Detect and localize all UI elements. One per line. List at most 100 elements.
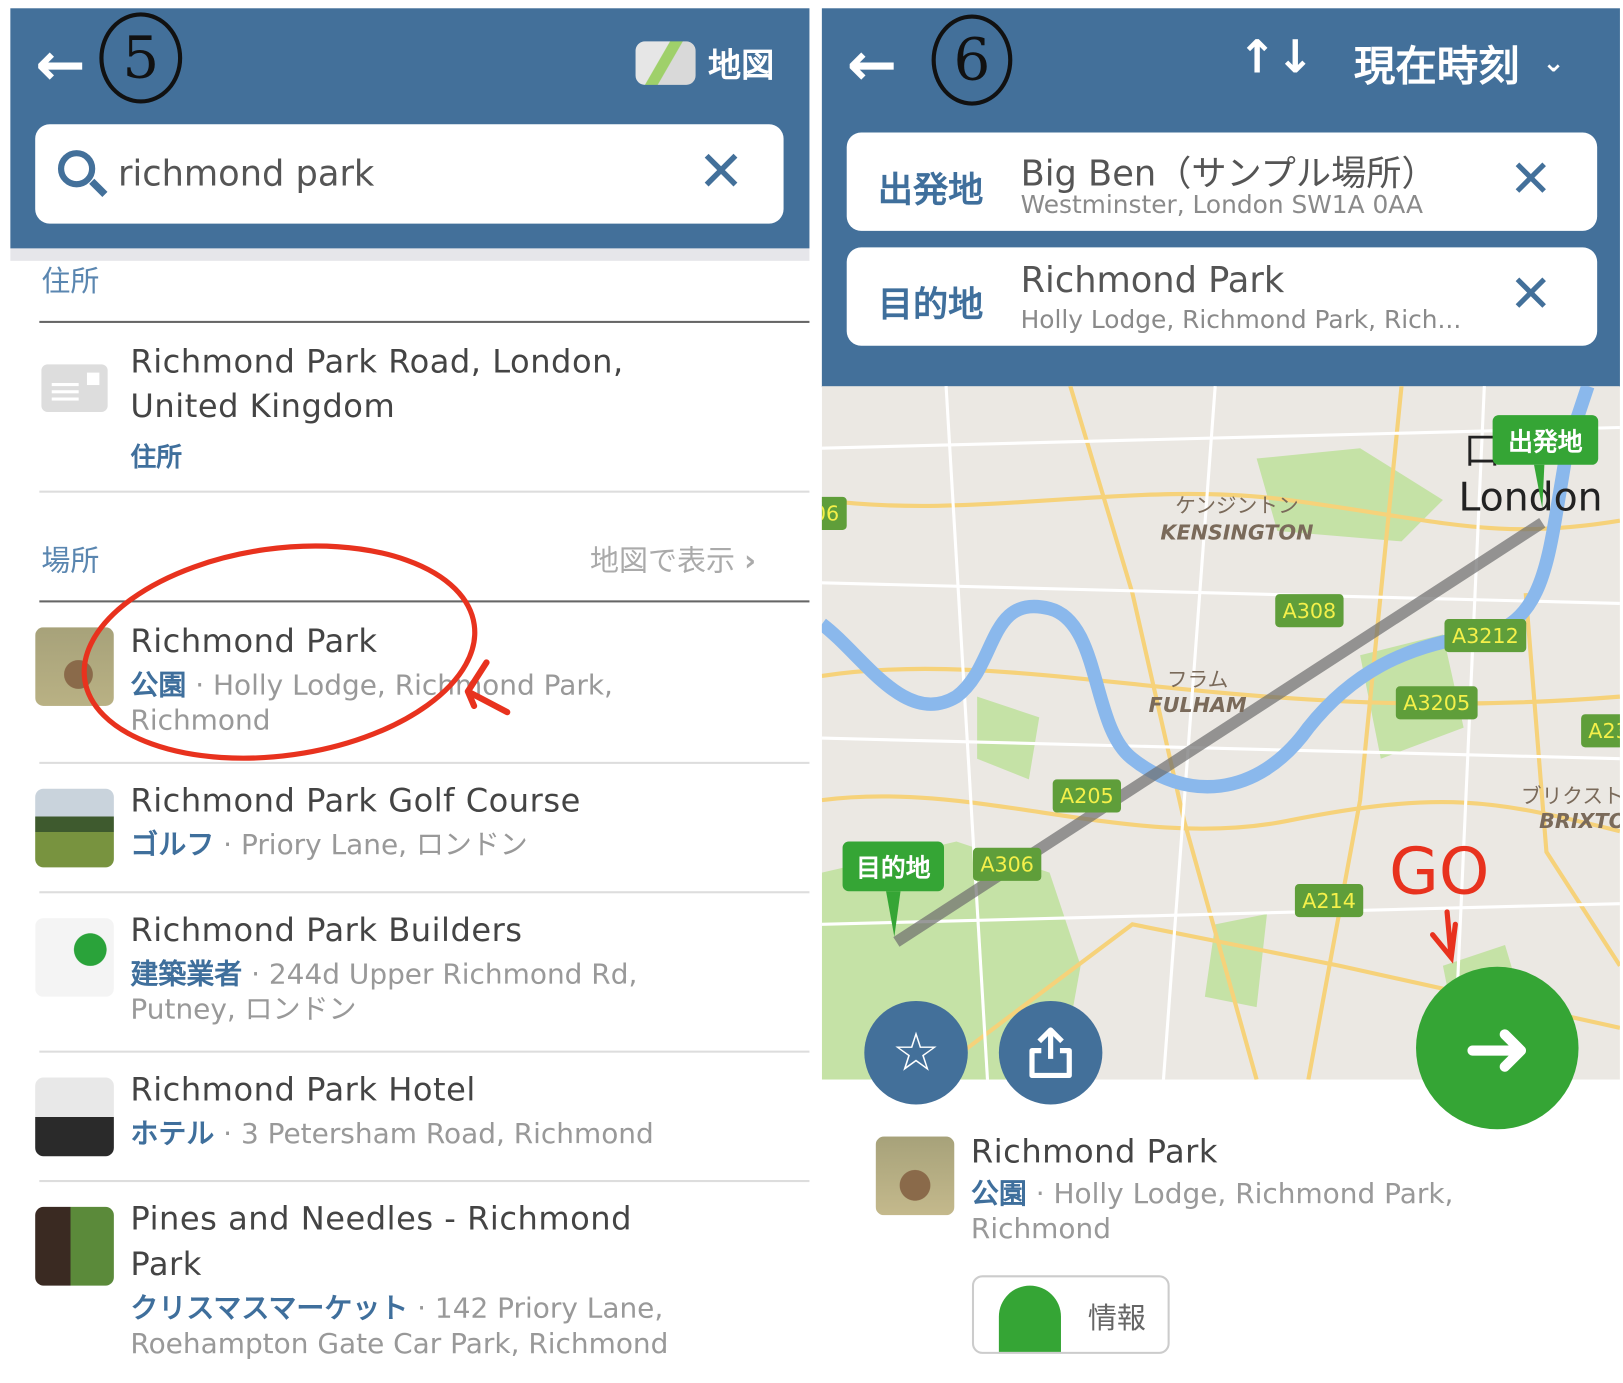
clear-origin-icon[interactable]: ✕ <box>1509 149 1552 209</box>
area-label: BRIXTO <box>1539 809 1620 833</box>
swap-icon[interactable]: ↑↓ <box>1238 31 1314 84</box>
result-item[interactable]: Richmond Park Builders 建築業者 · 244d Upper… <box>0 893 809 1050</box>
result-address: Priory Lane, ロンドン <box>240 829 528 862</box>
map-icon <box>635 41 696 85</box>
place-detail: 公園 · Holly Lodge, Richmond Park, Richmond <box>971 1177 1509 1247</box>
result-category: ゴルフ <box>130 829 215 862</box>
origin-marker-label: 出発地 <box>1508 427 1583 456</box>
address-title-line1: Richmond Park Road, London, <box>130 343 624 381</box>
go-button[interactable]: ➜ <box>1416 966 1579 1130</box>
result-address: 244d Upper Richmond Rd, <box>268 958 638 991</box>
back-arrow-icon[interactable]: ← <box>35 29 85 99</box>
result-title: Richmond Park Golf Course <box>130 782 581 820</box>
road-shield: A214 <box>1294 883 1364 918</box>
origin-field[interactable]: 出発地 Big Ben（サンプル場所） Westminster, London … <box>846 132 1598 231</box>
place-address: Holly Lodge, Richmond Park, <box>1053 1177 1454 1211</box>
result-address-line2: Putney, ロンドン <box>130 993 357 1026</box>
search-input[interactable] <box>118 149 657 199</box>
clear-search-icon[interactable]: ✕ <box>698 139 745 204</box>
result-detail: クリスマスマーケット · 142 Priory Lane, Roehampton … <box>130 1292 668 1362</box>
place-category: 公園 <box>970 1177 1027 1211</box>
area-label: KENSINGTON <box>1160 520 1313 544</box>
tape-measure-thumbnail <box>35 918 114 997</box>
road-shield-label: A3205 <box>1403 691 1470 715</box>
back-arrow-icon[interactable]: ← <box>847 29 897 99</box>
step-annotation-left: 5 <box>99 12 183 104</box>
area-label-ja: フラム <box>1167 667 1228 691</box>
search-icon-handle <box>89 178 108 198</box>
share-icon <box>1029 1027 1072 1079</box>
road-shield: A23 <box>1581 714 1620 748</box>
header-shadow <box>10 248 810 261</box>
destination-field[interactable]: 目的地 Richmond Park Holly Lodge, Richmond … <box>846 247 1598 346</box>
result-item[interactable]: Pines and Needles - Richmond Park クリスマスマ… <box>0 1182 809 1383</box>
destination-label: 目的地 <box>877 284 984 327</box>
chevron-down-icon: ⌄ <box>1542 47 1565 79</box>
road-shield: A3205 <box>1395 686 1478 720</box>
address-title-line2: United Kingdom <box>130 388 396 426</box>
divider <box>39 490 810 493</box>
info-button-label: 情報 <box>1087 1301 1146 1336</box>
map-button[interactable]: 地図 <box>635 39 775 87</box>
step-annotation-right: 6 <box>931 14 1013 106</box>
separator: · <box>251 958 261 991</box>
result-title-line2: Park <box>130 1246 202 1284</box>
result-detail: 建築業者 · 244d Upper Richmond Rd, Putney, ロン… <box>130 957 637 1027</box>
road-shield-label: A214 <box>1302 889 1356 913</box>
separator: · <box>223 1117 233 1150</box>
area-label: FULHAM <box>1149 693 1247 717</box>
result-item[interactable]: Richmond Park Hotel ホテル · 3 Petersham Ro… <box>0 1053 809 1180</box>
road-shield: A306 <box>972 847 1042 881</box>
result-title: Richmond Park Builders <box>130 911 523 950</box>
road-shield-label: A23 <box>1588 719 1620 743</box>
christmas-market-thumbnail <box>35 1206 114 1286</box>
selected-place[interactable]: Richmond Park 公園 · Holly Lodge, Richmond… <box>875 1133 1601 1257</box>
clear-destination-icon[interactable]: ✕ <box>1509 264 1552 324</box>
road-shield-label: 06 <box>822 502 839 526</box>
road-shield: A205 <box>1052 779 1122 813</box>
road-shield-label: A205 <box>1060 784 1114 808</box>
address-card-icon <box>41 364 108 412</box>
step-number: 5 <box>122 24 160 92</box>
origin-label: 出発地 <box>877 169 984 212</box>
golf-course-thumbnail <box>35 788 114 868</box>
deer-thumbnail <box>875 1136 955 1216</box>
hotel-thumbnail <box>35 1077 114 1157</box>
road-shield-label: A306 <box>980 853 1034 877</box>
result-category: ホテル <box>130 1117 215 1150</box>
area-label-ja: ブリクスト <box>1521 784 1620 808</box>
result-detail: ゴルフ · Priory Lane, ロンドン <box>130 828 527 863</box>
place-address-line2: Richmond <box>970 1213 1111 1246</box>
destination-marker-label: 目的地 <box>856 854 931 883</box>
result-address-line2: Roehampton Gate Car Park, Richmond <box>130 1328 669 1361</box>
road-shield: A3212 <box>1444 618 1527 653</box>
red-circle-annotation <box>81 543 511 761</box>
separator: · <box>1035 1177 1045 1211</box>
step-number: 6 <box>953 26 991 94</box>
road-shield-label: A3212 <box>1452 624 1519 648</box>
origin-name: Big Ben（サンプル場所） <box>1020 153 1437 195</box>
result-category: 建築業者 <box>130 958 243 991</box>
favorite-button[interactable]: ☆ <box>864 1000 968 1105</box>
map-button-label: 地図 <box>708 45 775 85</box>
area-label-ja: ケンジントン <box>1175 493 1299 517</box>
arrow-right-icon: ➜ <box>1462 999 1532 1097</box>
time-selector[interactable]: 現在時刻 ⌄ <box>1354 33 1565 93</box>
separator: · <box>417 1292 427 1325</box>
destination-name: Richmond Park <box>1020 259 1285 302</box>
share-button[interactable] <box>998 1000 1103 1105</box>
road-shield-label: A308 <box>1283 599 1337 623</box>
go-annotation: GO <box>1389 834 1489 909</box>
address-result[interactable]: Richmond Park Road, London, United Kingd… <box>0 323 809 491</box>
result-title: Pines and Needles - Richmond <box>130 1200 633 1238</box>
result-address: 3 Petersham Road, Richmond <box>240 1117 654 1150</box>
star-icon: ☆ <box>891 1021 941 1084</box>
result-address: 142 Priory Lane, <box>434 1292 664 1325</box>
guidebook-icon <box>998 1285 1061 1352</box>
road-shield: 06 <box>821 496 847 530</box>
place-title: Richmond Park <box>970 1133 1218 1171</box>
search-bar[interactable]: ✕ <box>35 124 784 224</box>
separator: · <box>223 829 233 862</box>
destination-address: Holly Lodge, Richmond Park, Rich... <box>1020 305 1462 335</box>
info-button[interactable]: 情報 <box>971 1275 1170 1354</box>
